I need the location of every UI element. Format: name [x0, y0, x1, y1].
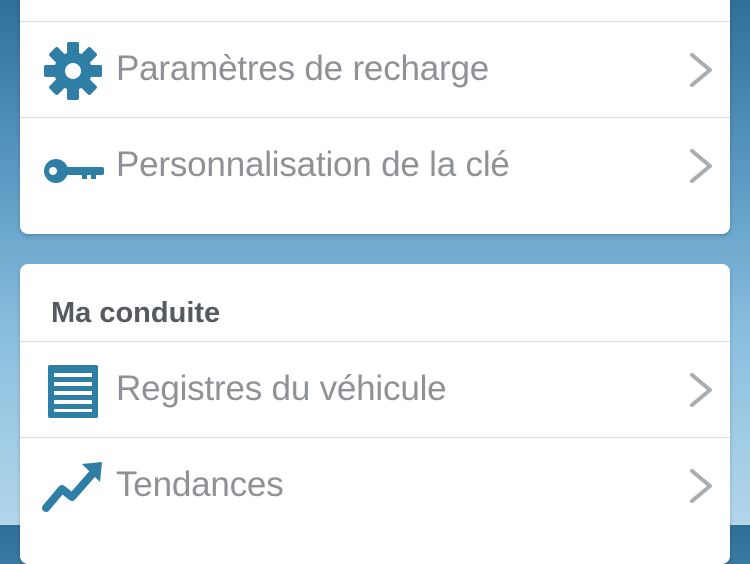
key-icon: [42, 136, 104, 198]
list-document-icon: [42, 360, 104, 422]
key-personalization-label: Personnalisation de la clé: [116, 145, 510, 184]
chevron-right-icon: [686, 52, 716, 88]
section-title: Ma conduite: [20, 264, 730, 342]
key-personalization-row[interactable]: Personnalisation de la clé: [20, 118, 730, 214]
charge-settings-label: Paramètres de recharge: [116, 49, 490, 88]
trend-up-icon: [42, 456, 104, 518]
card-top-edge: [20, 0, 730, 22]
settings-card: Paramètres de recharge Personnalisation …: [20, 0, 730, 234]
chevron-right-icon: [686, 148, 716, 184]
trends-label: Tendances: [116, 465, 284, 504]
charge-settings-row[interactable]: Paramètres de recharge: [20, 22, 730, 118]
vehicle-records-label: Registres du véhicule: [116, 369, 447, 408]
chevron-right-icon: [686, 468, 716, 504]
gear-icon: [42, 40, 104, 102]
my-driving-card: Ma conduite Registres du véhicule Tendan…: [20, 264, 730, 564]
trends-row[interactable]: Tendances: [20, 438, 730, 534]
chevron-right-icon: [686, 372, 716, 408]
vehicle-records-row[interactable]: Registres du véhicule: [20, 342, 730, 438]
